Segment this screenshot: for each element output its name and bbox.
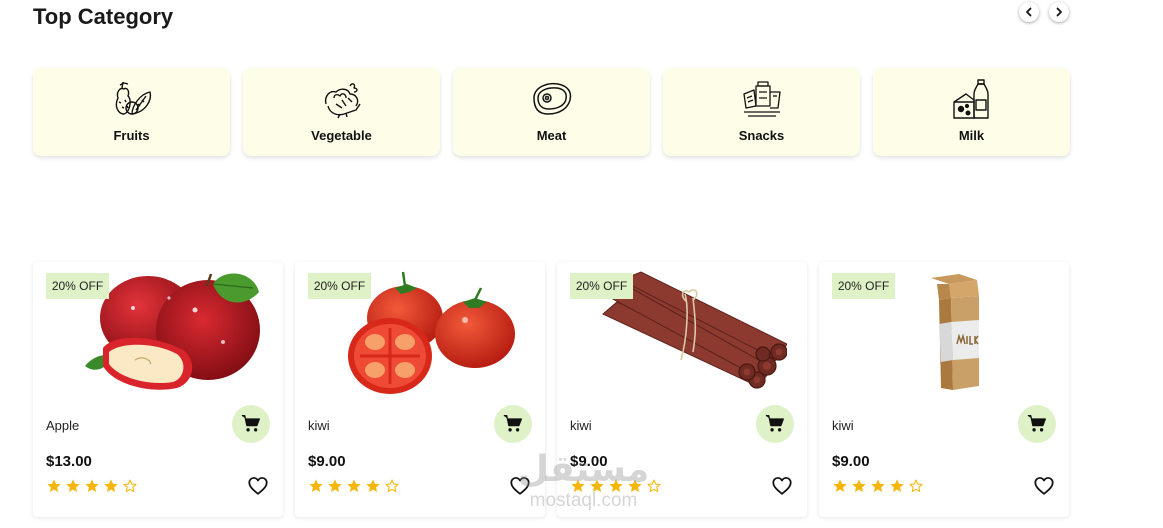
add-to-cart-button[interactable] xyxy=(1018,405,1056,443)
category-label: Meat xyxy=(536,128,567,143)
product-card[interactable]: 20% OFF kiwi $9.00 xyxy=(557,262,807,517)
star-filled-icon xyxy=(852,479,866,492)
star-outline-icon xyxy=(647,479,661,493)
meat-icon xyxy=(532,82,571,115)
category-vegetable[interactable]: Vegetable xyxy=(243,68,440,156)
cart-icon xyxy=(503,415,522,432)
vegetable-icon xyxy=(324,83,361,119)
category-list: Fruits Vegetable Meat Snacks Milk xyxy=(33,68,1070,156)
rating-stars xyxy=(46,478,138,494)
wishlist-heart-icon[interactable] xyxy=(247,475,269,497)
category-label: Snacks xyxy=(738,128,785,143)
product-card[interactable]: 20% OFF Apple $13.00 xyxy=(33,262,283,517)
category-snacks[interactable]: Snacks xyxy=(663,68,860,156)
star-outline-icon xyxy=(909,479,923,493)
star-filled-icon xyxy=(890,479,904,492)
rating-stars xyxy=(308,478,400,494)
wishlist-heart-icon[interactable] xyxy=(509,475,531,497)
product-list: 20% OFF Apple $13.00 20% OFF kiwi $9.00 … xyxy=(33,262,1069,517)
product-price: $9.00 xyxy=(570,453,608,470)
star-filled-icon xyxy=(871,479,885,492)
star-outline-icon xyxy=(123,479,137,493)
add-to-cart-button[interactable] xyxy=(756,405,794,443)
fruits-icon xyxy=(115,81,151,115)
discount-badge: 20% OFF xyxy=(308,273,371,299)
product-card[interactable]: 20% OFF kiwi $9.00 xyxy=(295,262,545,517)
rating-stars xyxy=(570,478,662,494)
product-name: kiwi xyxy=(308,418,330,433)
star-filled-icon xyxy=(66,479,80,492)
star-filled-icon xyxy=(328,479,342,492)
category-meat[interactable]: Meat xyxy=(453,68,650,156)
wishlist-heart-icon[interactable] xyxy=(1033,475,1055,497)
star-filled-icon xyxy=(47,479,61,492)
category-label: Milk xyxy=(958,128,985,143)
add-to-cart-button[interactable] xyxy=(494,405,532,443)
chevron-right-icon xyxy=(1056,7,1062,17)
wishlist-heart-icon[interactable] xyxy=(771,475,793,497)
star-filled-icon xyxy=(571,479,585,492)
discount-badge: 20% OFF xyxy=(46,273,109,299)
star-filled-icon xyxy=(609,479,623,492)
category-label: Fruits xyxy=(113,128,150,143)
star-filled-icon xyxy=(628,479,642,492)
snacks-icon xyxy=(742,81,781,117)
star-filled-icon xyxy=(347,479,361,492)
star-filled-icon xyxy=(366,479,380,492)
star-filled-icon xyxy=(309,479,323,492)
category-milk[interactable]: Milk xyxy=(873,68,1070,156)
category-fruits[interactable]: Fruits xyxy=(33,68,230,156)
star-filled-icon xyxy=(833,479,847,492)
cart-icon xyxy=(1027,415,1046,432)
product-price: $13.00 xyxy=(46,453,92,470)
section-title: Top Category xyxy=(33,4,174,29)
discount-badge: 20% OFF xyxy=(570,273,633,299)
prev-button[interactable] xyxy=(1019,2,1039,22)
star-outline-icon xyxy=(385,479,399,493)
rating-stars xyxy=(832,478,924,494)
product-name: kiwi xyxy=(570,418,592,433)
product-name: kiwi xyxy=(832,418,854,433)
chevron-left-icon xyxy=(1026,7,1032,17)
product-name: Apple xyxy=(46,418,80,433)
milk-icon xyxy=(952,79,989,119)
product-card[interactable]: 20% OFF kiwi $9.00 xyxy=(819,262,1069,517)
next-button[interactable] xyxy=(1049,2,1069,22)
category-label: Vegetable xyxy=(311,128,372,143)
star-filled-icon xyxy=(590,479,604,492)
star-filled-icon xyxy=(85,479,99,492)
star-filled-icon xyxy=(104,479,118,492)
discount-badge: 20% OFF xyxy=(832,273,895,299)
product-price: $9.00 xyxy=(832,453,870,470)
product-price: $9.00 xyxy=(308,453,346,470)
add-to-cart-button[interactable] xyxy=(232,405,270,443)
cart-icon xyxy=(765,415,784,432)
cart-icon xyxy=(241,415,260,432)
